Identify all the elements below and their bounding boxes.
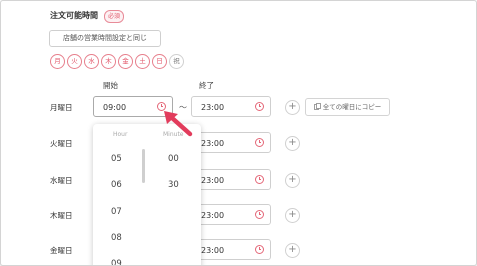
copy-to-all-days-button[interactable]: 全ての曜日にコピー <box>305 98 390 116</box>
hour-column-header: Hour <box>113 131 128 138</box>
end-time-value: 23:00 <box>201 139 225 148</box>
end-time-input-wednesday[interactable]: 23:00 <box>191 169 271 190</box>
copy-icon <box>313 103 321 110</box>
add-time-slot-button-monday[interactable]: + <box>285 100 300 115</box>
clock-icon[interactable] <box>255 175 264 184</box>
row-label-monday: 月曜日 <box>50 103 73 112</box>
end-time-value: 23:00 <box>201 103 225 112</box>
day-toggle-saturday[interactable]: 土 <box>135 54 150 69</box>
hour-option[interactable]: 09 <box>111 259 122 265</box>
row-label-friday: 金曜日 <box>50 246 73 255</box>
hour-scrollbar[interactable] <box>142 149 145 183</box>
row-label-thursday: 木曜日 <box>50 211 73 220</box>
end-time-value: 23:00 <box>201 211 225 220</box>
add-time-slot-button-wednesday[interactable]: + <box>285 173 300 188</box>
end-time-value: 23:00 <box>201 246 225 255</box>
day-toggle-tuesday[interactable]: 火 <box>67 54 82 69</box>
copy-button-label: 全ての曜日にコピー <box>322 103 382 111</box>
hour-option[interactable]: 06 <box>111 180 122 190</box>
add-time-slot-button-thursday[interactable]: + <box>285 208 300 223</box>
pointer-arrow-icon <box>164 111 193 137</box>
hour-option[interactable]: 08 <box>111 233 122 243</box>
time-picker-dropdown: Hour Minute 05 06 07 08 09 00 30 <box>93 124 201 265</box>
end-time-input-thursday[interactable]: 23:00 <box>191 204 271 225</box>
clock-icon[interactable] <box>255 245 264 254</box>
day-toggle-wednesday[interactable]: 水 <box>84 54 99 69</box>
required-badge: 必須 <box>104 10 125 23</box>
day-toggle-thursday[interactable]: 木 <box>101 54 116 69</box>
minute-option[interactable]: 30 <box>168 180 179 190</box>
minute-option[interactable]: 00 <box>168 154 179 164</box>
hour-option[interactable]: 05 <box>111 154 122 164</box>
add-time-slot-button-friday[interactable]: + <box>285 243 300 258</box>
day-toggle-friday[interactable]: 金 <box>118 54 133 69</box>
hour-option[interactable]: 07 <box>111 207 122 217</box>
end-time-input-tuesday[interactable]: 23:00 <box>191 132 271 153</box>
end-time-input-friday[interactable]: 23:00 <box>191 239 271 260</box>
end-column-header: 終了 <box>199 81 214 90</box>
section-title: 注文可能時間 <box>50 11 98 20</box>
row-label-tuesday: 火曜日 <box>50 139 73 148</box>
add-time-slot-button-tuesday[interactable]: + <box>285 136 300 151</box>
order-time-panel: 注文可能時間 必須 店舗の営業時間設定と同じ 月 火 水 木 金 土 日 祝 開… <box>0 0 477 266</box>
same-as-store-hours-button[interactable]: 店舗の営業時間設定と同じ <box>49 30 161 47</box>
clock-icon[interactable] <box>255 138 264 147</box>
clock-icon[interactable] <box>255 102 264 111</box>
day-toggle-monday[interactable]: 月 <box>50 54 65 69</box>
holiday-toggle[interactable]: 祝 <box>169 54 184 69</box>
start-time-value: 09:00 <box>103 103 127 112</box>
end-time-value: 23:00 <box>201 176 225 185</box>
start-column-header: 開始 <box>103 81 118 90</box>
day-toggle-sunday[interactable]: 日 <box>152 54 167 69</box>
end-time-input-monday[interactable]: 23:00 <box>191 96 271 117</box>
clock-icon[interactable] <box>255 210 264 219</box>
row-label-wednesday: 水曜日 <box>50 176 73 185</box>
